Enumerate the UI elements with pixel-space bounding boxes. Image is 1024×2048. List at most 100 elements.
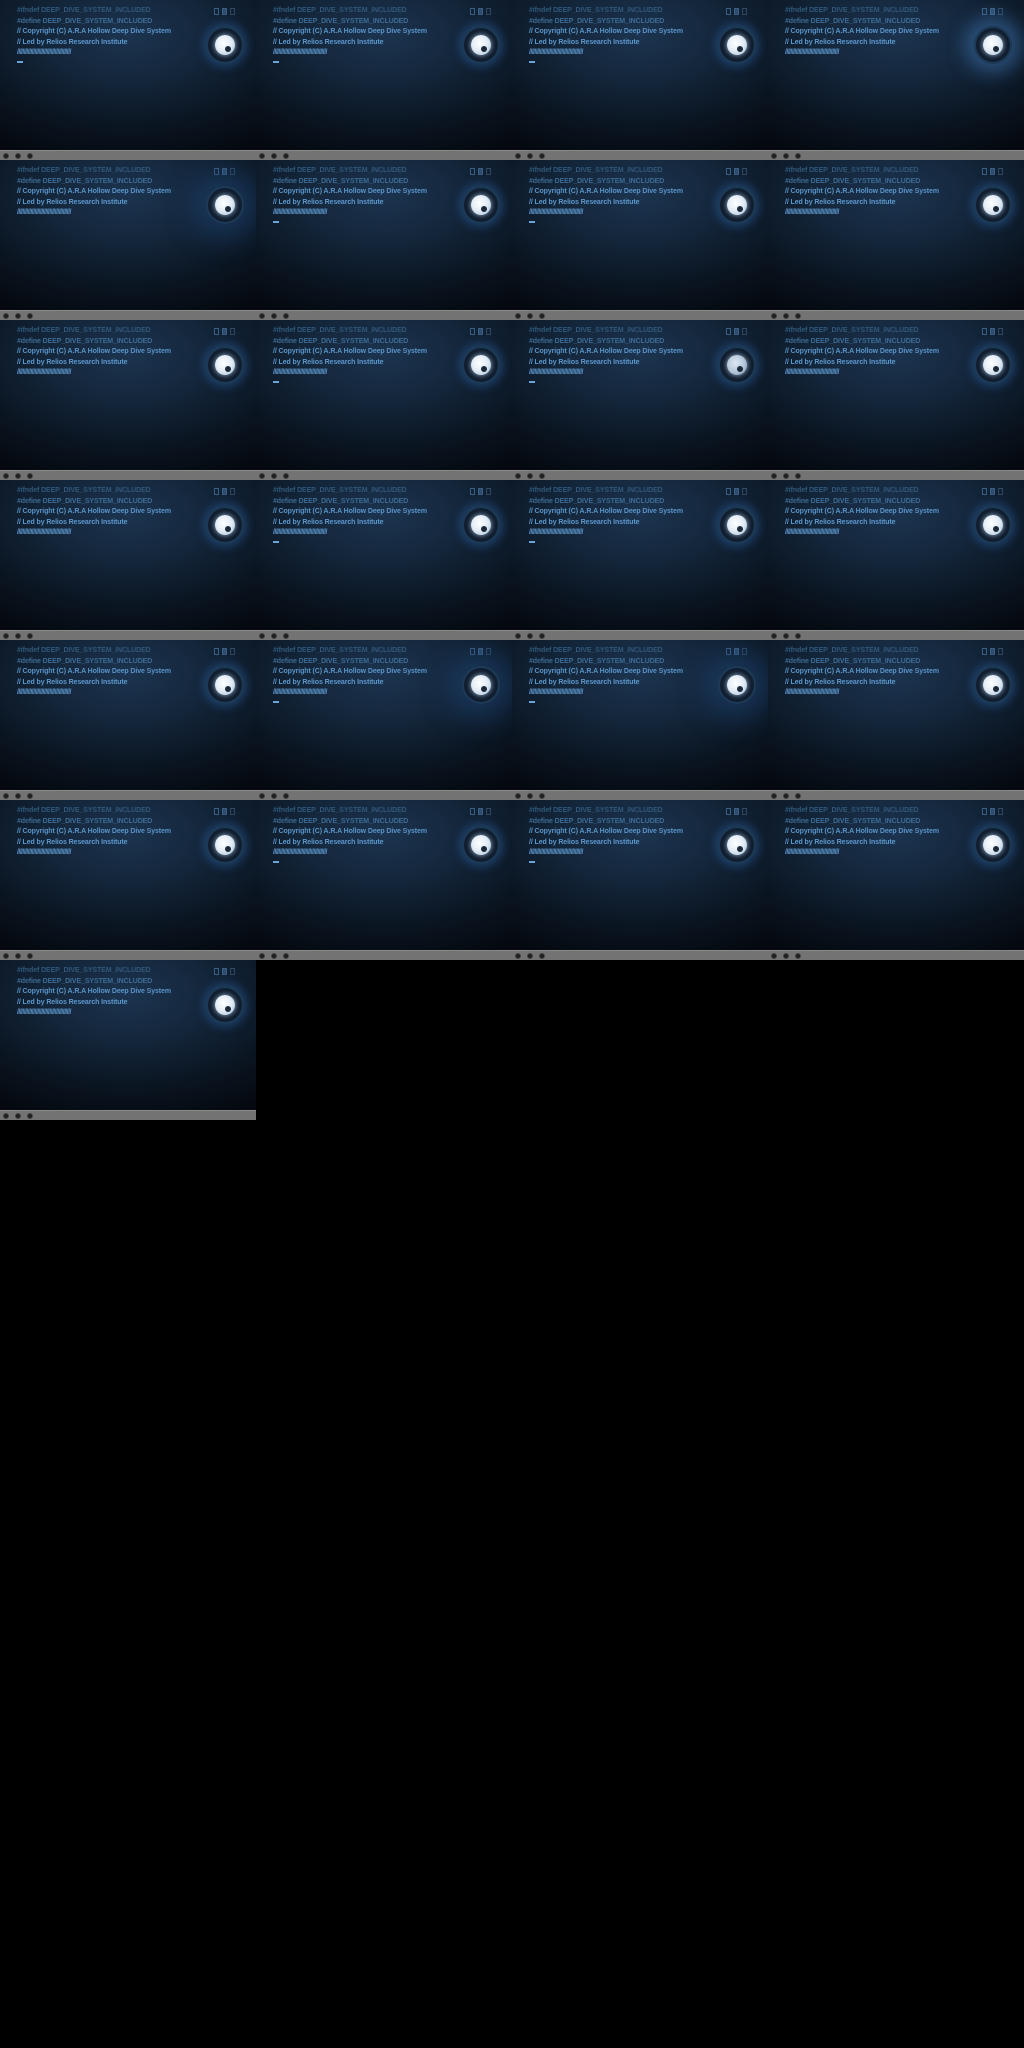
taskbar-dot-icon[interactable]: [527, 953, 533, 959]
taskbar-dot-icon[interactable]: [3, 793, 9, 799]
taskbar-dot-icon[interactable]: [15, 153, 21, 159]
power-orb-icon[interactable]: [206, 826, 244, 864]
taskbar-dot-icon[interactable]: [259, 633, 265, 639]
taskbar-dot-icon[interactable]: [27, 313, 33, 319]
taskbar-dot-icon[interactable]: [527, 793, 533, 799]
taskbar-dot-icon[interactable]: [259, 953, 265, 959]
taskbar-dot-icon[interactable]: [795, 153, 801, 159]
power-orb-icon[interactable]: [974, 666, 1012, 704]
taskbar-dot-icon[interactable]: [771, 153, 777, 159]
taskbar-dot-icon[interactable]: [259, 153, 265, 159]
taskbar-dot-icon[interactable]: [771, 313, 777, 319]
power-orb-icon[interactable]: [206, 666, 244, 704]
taskbar-dot-icon[interactable]: [27, 1113, 33, 1119]
taskbar-dot-icon[interactable]: [783, 313, 789, 319]
taskbar-dot-icon[interactable]: [3, 953, 9, 959]
taskbar-dot-icon[interactable]: [15, 1113, 21, 1119]
taskbar-dot-icon[interactable]: [15, 313, 21, 319]
taskbar-dot-icon[interactable]: [515, 473, 521, 479]
taskbar-dot-icon[interactable]: [27, 473, 33, 479]
taskbar-dot-icon[interactable]: [271, 153, 277, 159]
taskbar-dot-icon[interactable]: [527, 473, 533, 479]
power-orb-icon[interactable]: [974, 26, 1012, 64]
taskbar-dot-icon[interactable]: [527, 633, 533, 639]
power-orb-icon[interactable]: [974, 506, 1012, 544]
taskbar-dot-icon[interactable]: [15, 953, 21, 959]
taskbar-dot-icon[interactable]: [539, 473, 545, 479]
power-orb-icon[interactable]: [206, 186, 244, 224]
power-orb-icon[interactable]: [206, 986, 244, 1024]
taskbar-dot-icon[interactable]: [795, 313, 801, 319]
taskbar-dot-icon[interactable]: [515, 793, 521, 799]
taskbar-dot-icon[interactable]: [15, 473, 21, 479]
taskbar-dot-icon[interactable]: [27, 633, 33, 639]
taskbar-dot-icon[interactable]: [783, 953, 789, 959]
taskbar-dot-icon[interactable]: [783, 153, 789, 159]
taskbar-dot-icon[interactable]: [271, 473, 277, 479]
taskbar-dot-icon[interactable]: [783, 633, 789, 639]
taskbar-dot-icon[interactable]: [539, 313, 545, 319]
power-orb-icon[interactable]: [718, 666, 756, 704]
taskbar-dot-icon[interactable]: [259, 473, 265, 479]
taskbar-dot-icon[interactable]: [283, 153, 289, 159]
taskbar-dot-icon[interactable]: [271, 633, 277, 639]
power-orb-icon[interactable]: [718, 506, 756, 544]
power-orb-icon[interactable]: [718, 26, 756, 64]
taskbar-dot-icon[interactable]: [15, 793, 21, 799]
taskbar-dot-icon[interactable]: [795, 793, 801, 799]
taskbar-dot-icon[interactable]: [259, 313, 265, 319]
power-orb-icon[interactable]: [462, 826, 500, 864]
taskbar-dot-icon[interactable]: [271, 793, 277, 799]
taskbar-dot-icon[interactable]: [283, 953, 289, 959]
taskbar-dot-icon[interactable]: [527, 153, 533, 159]
taskbar-dot-icon[interactable]: [515, 153, 521, 159]
taskbar-dot-icon[interactable]: [283, 633, 289, 639]
taskbar-dot-icon[interactable]: [515, 313, 521, 319]
power-orb-icon[interactable]: [462, 506, 500, 544]
taskbar-dot-icon[interactable]: [3, 1113, 9, 1119]
power-orb-icon[interactable]: [206, 26, 244, 64]
taskbar-dot-icon[interactable]: [259, 793, 265, 799]
taskbar-dot-icon[interactable]: [271, 313, 277, 319]
taskbar-dot-icon[interactable]: [3, 313, 9, 319]
taskbar-dot-icon[interactable]: [795, 953, 801, 959]
taskbar-dot-icon[interactable]: [539, 633, 545, 639]
taskbar-dot-icon[interactable]: [271, 953, 277, 959]
taskbar-dot-icon[interactable]: [539, 153, 545, 159]
power-orb-icon[interactable]: [718, 346, 756, 384]
power-orb-icon[interactable]: [718, 826, 756, 864]
taskbar-dot-icon[interactable]: [3, 473, 9, 479]
taskbar-dot-icon[interactable]: [795, 473, 801, 479]
power-orb-icon[interactable]: [462, 26, 500, 64]
power-orb-icon[interactable]: [974, 186, 1012, 224]
power-orb-icon[interactable]: [974, 826, 1012, 864]
taskbar-dot-icon[interactable]: [27, 953, 33, 959]
taskbar-dot-icon[interactable]: [515, 953, 521, 959]
taskbar-dot-icon[interactable]: [771, 633, 777, 639]
taskbar-dot-icon[interactable]: [515, 633, 521, 639]
taskbar-dot-icon[interactable]: [771, 953, 777, 959]
taskbar-dot-icon[interactable]: [3, 153, 9, 159]
power-orb-icon[interactable]: [462, 346, 500, 384]
taskbar-dot-icon[interactable]: [783, 793, 789, 799]
power-orb-icon[interactable]: [206, 506, 244, 544]
taskbar-dot-icon[interactable]: [527, 313, 533, 319]
taskbar-dot-icon[interactable]: [283, 313, 289, 319]
power-orb-icon[interactable]: [206, 346, 244, 384]
taskbar-dot-icon[interactable]: [27, 153, 33, 159]
taskbar-dot-icon[interactable]: [15, 633, 21, 639]
power-orb-icon[interactable]: [462, 186, 500, 224]
power-orb-icon[interactable]: [974, 346, 1012, 384]
taskbar-dot-icon[interactable]: [771, 793, 777, 799]
taskbar-dot-icon[interactable]: [771, 473, 777, 479]
power-orb-icon[interactable]: [718, 186, 756, 224]
taskbar-dot-icon[interactable]: [795, 633, 801, 639]
taskbar-dot-icon[interactable]: [539, 793, 545, 799]
taskbar-dot-icon[interactable]: [283, 793, 289, 799]
taskbar-dot-icon[interactable]: [283, 473, 289, 479]
power-orb-icon[interactable]: [462, 666, 500, 704]
taskbar-dot-icon[interactable]: [27, 793, 33, 799]
taskbar-dot-icon[interactable]: [3, 633, 9, 639]
taskbar-dot-icon[interactable]: [539, 953, 545, 959]
taskbar-dot-icon[interactable]: [783, 473, 789, 479]
